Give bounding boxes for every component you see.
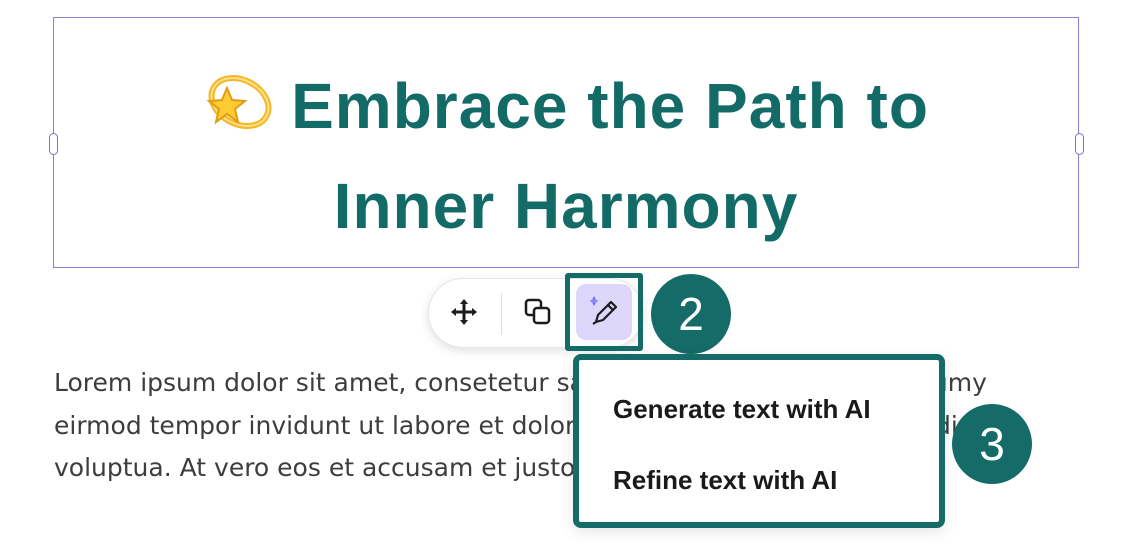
- toolbar-divider: [501, 293, 502, 335]
- move-icon: [449, 297, 479, 332]
- copy-icon: [523, 297, 553, 332]
- menu-item-generate-text[interactable]: Generate text with AI: [613, 394, 871, 425]
- move-button[interactable]: [441, 291, 487, 337]
- step-badge-2: 2: [651, 274, 731, 354]
- heading-text: Embrace the Path to Inner Harmony: [291, 70, 929, 242]
- menu-item-refine-text[interactable]: Refine text with AI: [613, 465, 837, 496]
- heading-text-block[interactable]: Embrace the Path to Inner Harmony: [49, 17, 1084, 268]
- page-heading: Embrace the Path to Inner Harmony: [54, 56, 1078, 256]
- dizzy-emoji-icon: [203, 64, 273, 134]
- ai-menu: Generate text with AI Refine text with A…: [573, 354, 945, 528]
- step-badge-3: 3: [952, 404, 1032, 484]
- duplicate-button[interactable]: [515, 291, 561, 337]
- ai-button-highlight: [565, 273, 643, 351]
